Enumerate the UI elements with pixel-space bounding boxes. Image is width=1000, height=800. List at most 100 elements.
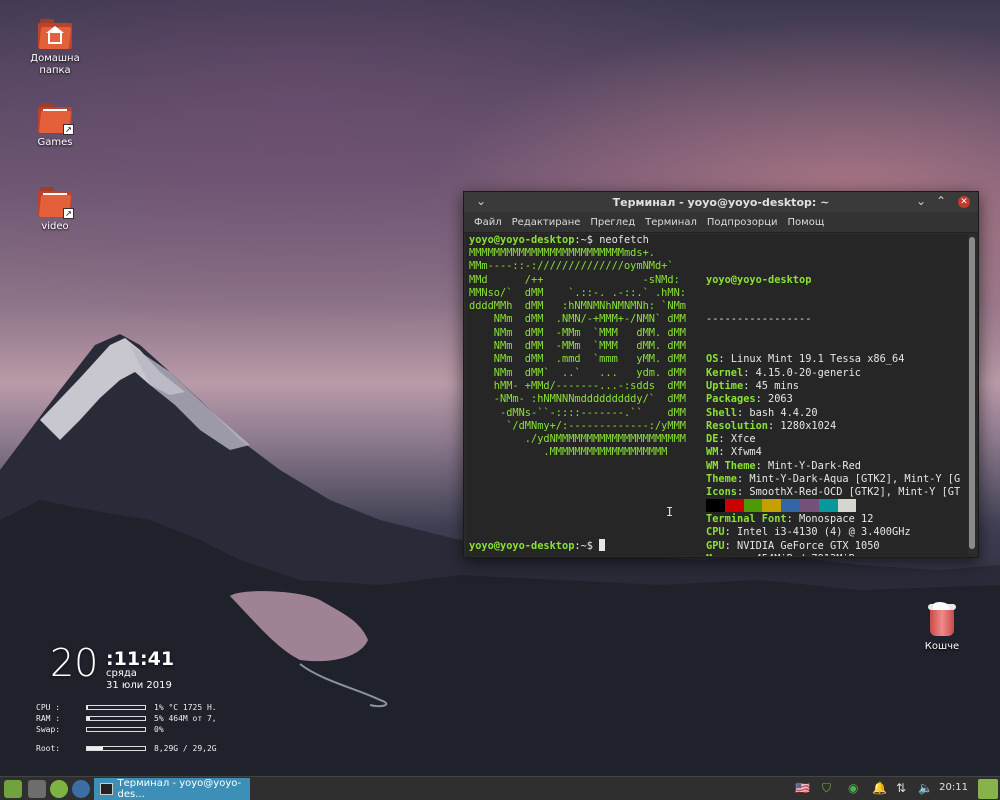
desktop-icon-label: Кошче — [924, 641, 960, 652]
command-text: neofetch — [593, 234, 649, 246]
info-key: CPU — [706, 526, 725, 539]
menu-tabs[interactable]: Подпрозорци — [707, 217, 778, 228]
info-line: Packages: 2063 — [706, 393, 793, 406]
info-key: Uptime — [706, 379, 744, 392]
maximize-icon[interactable]: ⌃ — [934, 194, 948, 208]
info-key: Theme — [706, 473, 737, 486]
desktop-icon-home[interactable]: Домашна папка — [15, 16, 95, 77]
menu-view[interactable]: Преглед — [590, 217, 635, 228]
conky-swap-value: 0% — [154, 725, 164, 734]
files-icon[interactable] — [50, 780, 68, 798]
terminal-window[interactable]: ⌄ Терминал - yoyo@yoyo-desktop: ~ ⌄ ⌃ ✕ … — [463, 191, 979, 558]
logo-line: ddddMMh dMM :hNMNMNhNMNMNh: `NMm — [469, 300, 686, 313]
security-shield-icon[interactable]: ⛉ — [822, 781, 831, 796]
info-key: Shell — [706, 406, 737, 419]
info-line: Kernel: 4.15.0-20-generic — [706, 366, 861, 379]
menu-terminal[interactable]: Терминал — [645, 217, 697, 228]
taskbar-task-title: Терминал - yoyo@yoyo-des... — [117, 778, 242, 800]
logo-line: .MMMMMMMMMMMMMMMMMMM — [469, 446, 668, 459]
desktop-icon-video[interactable]: ↗ video — [15, 184, 95, 233]
menu-help[interactable]: Помощ — [788, 217, 825, 228]
color-swatch — [781, 499, 800, 512]
scrollbar-thumb[interactable] — [969, 237, 975, 549]
color-swatch — [762, 499, 782, 512]
info-key: GPU — [706, 539, 725, 552]
conky-cpu-bar-fill — [87, 706, 88, 709]
window-title: Терминал - yoyo@yoyo-desktop: ~ — [612, 195, 830, 209]
minimize-icon[interactable]: ⌄ — [914, 194, 928, 208]
info-value: bash 4.4.20 — [749, 406, 818, 419]
command-line: yoyo@yoyo-desktop:~$ neofetch — [469, 234, 649, 247]
logo-line: NMm dMM .NMN/-+MMM+-/NMN` dMM — [469, 313, 686, 326]
info-line: WM Theme: Mint-Y-Dark-Red — [706, 459, 862, 472]
info-value: 4.15.0-20-generic — [755, 366, 861, 379]
desktop-icon-games[interactable]: ↗ Games — [15, 100, 95, 149]
info-value: NVIDIA GeForce GTX 1050 — [737, 539, 880, 552]
info-value: 2063 — [768, 393, 793, 406]
info-key: WM Theme — [706, 459, 756, 472]
taskbar: Терминал - yoyo@yoyo-des... 🇺🇸 ⛉ ◉ 🔔 ⇅ 🔈… — [0, 776, 1000, 800]
prompt-separator: :~$ — [574, 234, 593, 246]
conky-cpu-label: CPU : — [36, 703, 61, 712]
update-manager-icon[interactable]: ◉ — [848, 781, 858, 795]
desktop-icon-label: Games — [37, 137, 73, 148]
desktop-icon-trash[interactable]: Кошче — [902, 602, 982, 653]
logo-line: MMNso/` dMM `.::-. .-::.` .hMN: — [469, 286, 686, 299]
text-cursor-icon: I — [666, 505, 674, 519]
conky-minutes-seconds: :11:41 — [106, 648, 175, 670]
mint-menu-icon[interactable] — [4, 780, 22, 798]
folder-link-icon: ↗ — [38, 103, 74, 135]
conky-hour: 20 — [50, 641, 99, 685]
network-icon[interactable]: ⇅ — [896, 781, 906, 795]
info-line: Terminal Font: Monospace 12 — [706, 512, 874, 525]
close-icon[interactable]: ✕ — [958, 196, 970, 208]
color-swatch — [706, 499, 725, 512]
menu-edit[interactable]: Редактиране — [512, 217, 581, 228]
info-line: DE: Xfce — [706, 433, 756, 446]
info-value: 1280x1024 — [780, 419, 837, 432]
conky-root-value: 8,29G / 29,2G — [154, 744, 217, 753]
keyboard-layout-icon[interactable]: 🇺🇸 — [795, 781, 810, 795]
color-swatch — [818, 499, 838, 512]
info-key: Packages — [706, 393, 756, 406]
info-key: Memory — [706, 553, 743, 556]
color-swatch — [837, 499, 857, 512]
prompt-user: yoyo@yoyo-desktop — [469, 540, 575, 552]
taskbar-clock[interactable]: 20:11 — [939, 782, 968, 793]
logo-line: NMm dMM -MMm `MMM dMM. dMM — [469, 326, 686, 339]
info-line: Uptime: 45 mins — [706, 379, 800, 392]
info-line: Memory: 454MiB / 7913MiB — [706, 553, 960, 556]
browser-icon[interactable] — [72, 780, 90, 798]
menu-file[interactable]: Файл — [474, 217, 502, 228]
window-titlebar[interactable]: ⌄ Терминал - yoyo@yoyo-desktop: ~ ⌄ ⌃ ✕ — [464, 192, 978, 212]
info-value: Monospace 12 — [799, 512, 874, 525]
terminal-icon — [100, 783, 113, 795]
color-swatch — [724, 499, 744, 512]
desktop-icon-label: Домашна — [30, 53, 80, 64]
color-swatches — [706, 499, 857, 512]
workspace-switcher[interactable] — [978, 779, 998, 799]
show-desktop-icon[interactable] — [28, 780, 46, 798]
prompt-line[interactable]: yoyo@yoyo-desktop:~$ — [469, 539, 606, 553]
info-line: Icons: SmoothX-Red-OCD [GTK2], Mint-Y [G… — [706, 486, 961, 499]
window-menu-icon[interactable]: ⌄ — [476, 194, 486, 208]
logo-line: `/dMNmy+/:-------------:/yMMM — [469, 419, 686, 432]
info-value: 454MiB / 7913MiB — [756, 553, 855, 556]
neofetch-logo: MMMMMMMMMMMMMMMMMMMMMMMMMmds+. MMm----::-… — [469, 247, 686, 460]
conky-ram-bar-fill — [87, 717, 90, 720]
notifications-icon[interactable]: 🔔 — [872, 781, 887, 795]
conky-ram-label: RAM : — [36, 714, 61, 723]
info-line: Theme: Mint-Y-Dark-Aqua [GTK2], Mint-Y [… — [706, 473, 961, 486]
conky-swap-label: Swap: — [36, 725, 61, 734]
terminal-menubar: Файл Редактиране Преглед Терминал Подпро… — [464, 212, 978, 233]
logo-line: NMm dMM .mmd `mmm yMM. dMM — [469, 353, 686, 366]
volume-icon[interactable]: 🔈 — [918, 781, 933, 795]
taskbar-terminal-button[interactable]: Терминал - yoyo@yoyo-des... — [94, 778, 250, 800]
conky-root-bar — [86, 746, 146, 751]
info-value: Linux Mint 19.1 Tessa x86_64 — [730, 353, 905, 366]
conky-root-bar-fill — [87, 747, 104, 750]
conky-ram-value: 5% 464M от 7, — [154, 714, 217, 723]
terminal-output[interactable]: yoyo@yoyo-desktop:~$ neofetch MMMMMMMMMM… — [466, 234, 968, 556]
desktop-icon-label: video — [41, 221, 69, 232]
conky-weekday: сряда — [106, 668, 137, 679]
